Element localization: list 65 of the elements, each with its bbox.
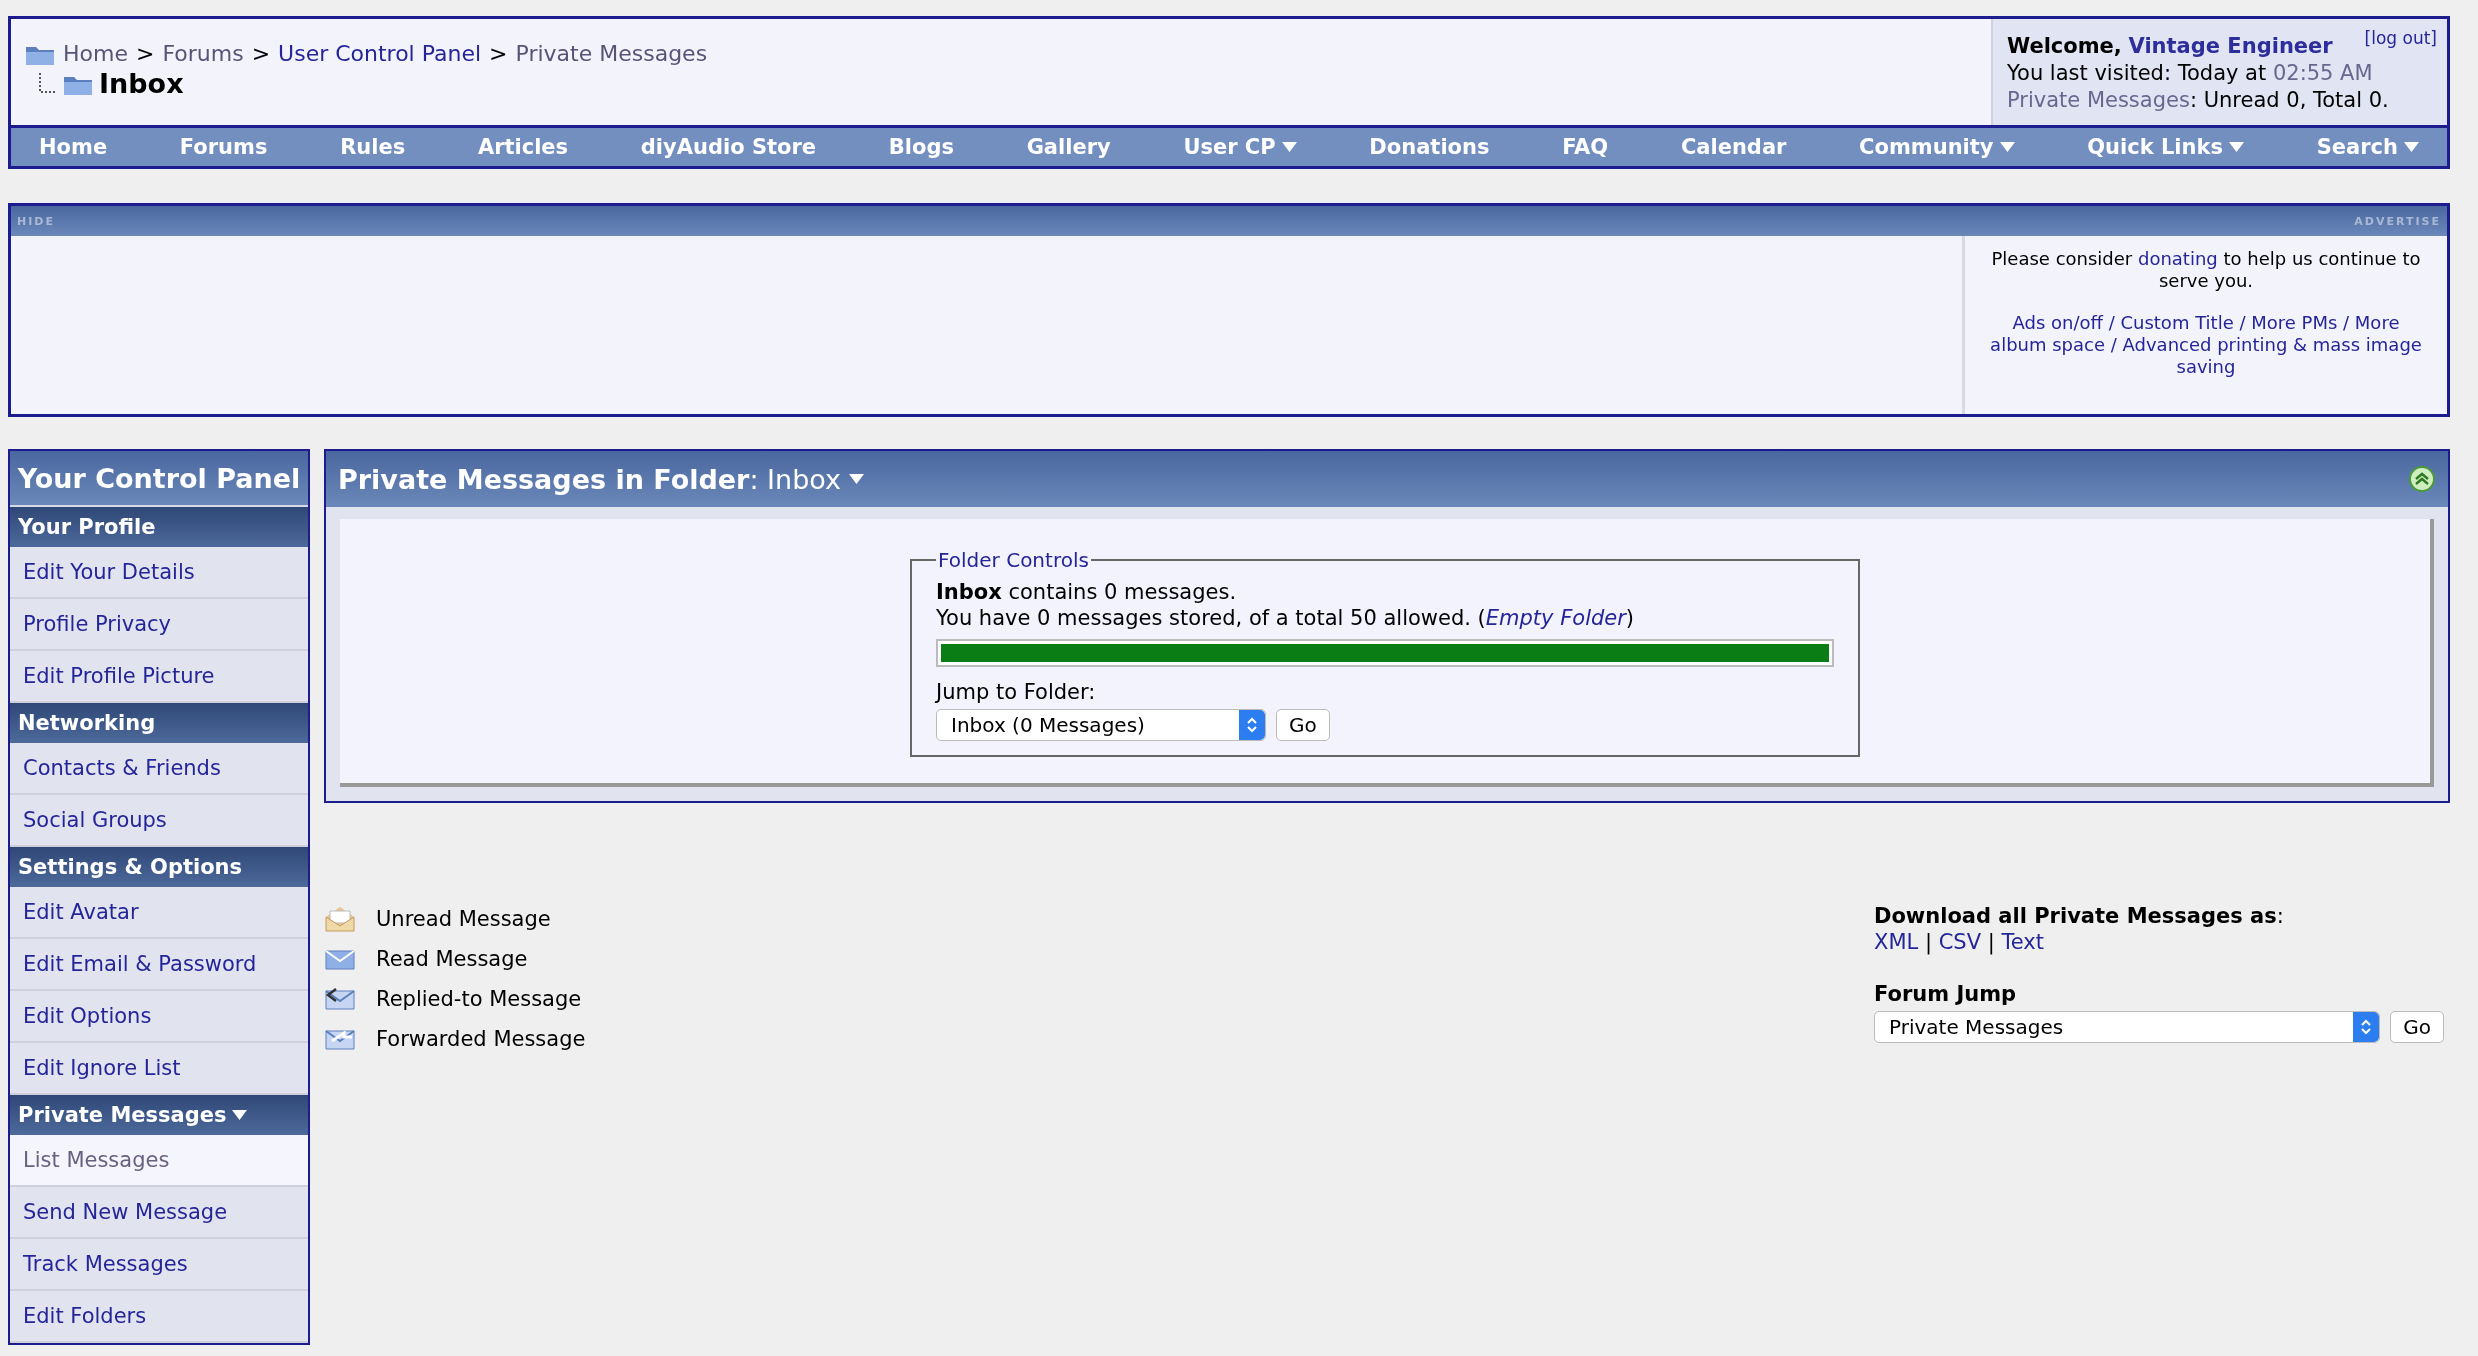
empty-folder-link[interactable]: Empty Folder	[1485, 606, 1626, 630]
dropdown-arrow-icon	[2403, 142, 2419, 152]
dropdown-arrow-icon	[849, 474, 864, 484]
sidebar-section-header: Networking	[10, 703, 308, 743]
legend-label: Forwarded Message	[376, 1027, 586, 1051]
dropdown-arrow-icon	[1281, 142, 1297, 152]
fieldset-legend: Folder Controls	[936, 547, 1091, 573]
jump-label: Jump to Folder:	[936, 679, 1097, 705]
username-link[interactable]: Vintage Engineer	[2128, 34, 2333, 58]
sidebar-item[interactable]: Track Messages	[10, 1239, 308, 1291]
breadcrumb-separator: >	[251, 41, 271, 66]
legend-label: Unread Message	[376, 907, 551, 931]
sidebar-item[interactable]: Edit Avatar	[10, 887, 308, 939]
folder-contains-text: Inbox contains 0 messages.	[936, 579, 1238, 605]
perks-link[interactable]: Ads on/off / Custom Title / More PMs / More album space / Advanced printing & mass image saving	[1985, 312, 2427, 378]
sidebar-item[interactable]: Edit Options	[10, 991, 308, 1043]
go-button[interactable]: Go	[2390, 1011, 2444, 1043]
breadcrumb-separator: >	[489, 41, 508, 66]
breadcrumb-link[interactable]: User Control Panel	[278, 41, 482, 66]
sidebar-item[interactable]: List Messages	[10, 1135, 308, 1187]
panel-title: Private Messages in Folder: Inbox	[338, 463, 841, 495]
download-format-link[interactable]: Text	[2001, 930, 2044, 954]
sidebar-item[interactable]: Edit Folders	[10, 1291, 308, 1343]
breadcrumb-link[interactable]: Private Messages	[515, 41, 708, 66]
sidebar-item[interactable]: Edit Your Details	[10, 547, 308, 599]
pm-status-text: Private Messages: Unread 0, Total 0.	[2007, 87, 2390, 114]
storage-text: You have 0 messages stored, of a total 50 allowed. (Empty Folder)	[936, 605, 1636, 631]
forum-jump-title: Forum Jump	[1874, 981, 2018, 1007]
select-arrows-icon	[1246, 716, 1258, 734]
link-separator: |	[1987, 930, 1995, 954]
donate-text: Please consider donating to help us continue to serve you.	[1990, 248, 2422, 292]
go-button[interactable]: Go	[1276, 709, 1330, 741]
sidebar-item[interactable]: Edit Email & Password	[10, 939, 308, 991]
sidebar-section-header: Your Profile	[10, 507, 308, 547]
breadcrumb-separator: >	[135, 41, 155, 66]
dropdown-arrow-icon	[2228, 142, 2244, 152]
download-format-link[interactable]: XML	[1874, 930, 1919, 954]
dropdown-arrow-icon	[1999, 142, 2015, 152]
legend-label: Read Message	[376, 947, 528, 971]
select-arrows-icon	[2360, 1018, 2373, 1036]
collapse-icon[interactable]	[2408, 465, 2436, 493]
donating-link[interactable]: donating	[2137, 248, 2218, 269]
sidebar-item[interactable]: Profile Privacy	[10, 599, 308, 651]
last-visited-text: You last visited: Today at 02:55 AM	[2007, 60, 2374, 87]
download-title: Download all Private Messages as:	[1874, 903, 2285, 929]
logout-link[interactable]: [log out]	[2364, 25, 2437, 52]
sidebar-section-header: Private Messages	[10, 1095, 308, 1135]
link-separator: |	[1924, 930, 1932, 954]
dropdown-arrow-icon	[232, 1110, 248, 1120]
tree-connector-icon	[37, 72, 57, 95]
page-title: Inbox	[99, 68, 184, 99]
private-messages-link[interactable]: Private Messages	[2007, 88, 2190, 112]
sidebar-item[interactable]: Send New Message	[10, 1187, 308, 1239]
sidebar-section-header: Settings & Options	[10, 847, 308, 887]
open-envelope-icon	[324, 905, 356, 933]
sidebar-title: Your Control Panel	[10, 451, 308, 507]
forum-select[interactable]: Private Messages	[1874, 1011, 2381, 1043]
sidebar-item[interactable]: Contacts & Friends	[10, 743, 308, 795]
breadcrumb-link[interactable]: Forums	[162, 41, 244, 66]
folder-select[interactable]: Inbox (0 Messages)	[936, 709, 1266, 741]
legend-label: Replied-to Message	[376, 987, 582, 1011]
breadcrumb-link[interactable]: Home	[63, 41, 128, 66]
envelope-reply-icon	[324, 985, 356, 1013]
download-format-link[interactable]: CSV	[1938, 930, 1982, 954]
welcome-text: Welcome, Vintage Engineer	[2007, 34, 2333, 58]
